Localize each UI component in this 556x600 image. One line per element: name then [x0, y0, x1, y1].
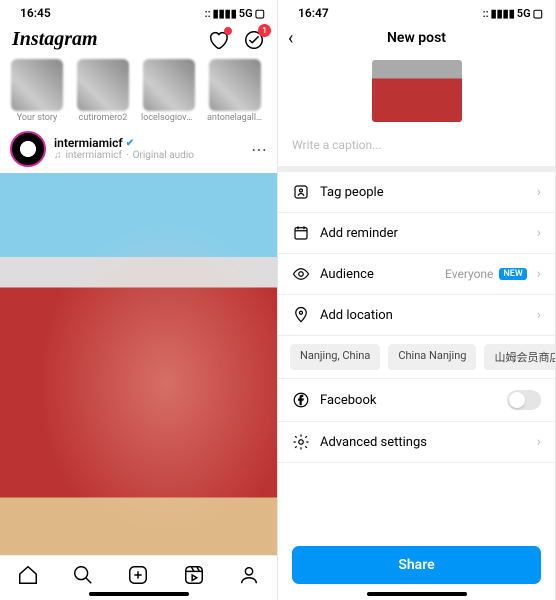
instagram-logo[interactable]: Instagram	[12, 28, 98, 51]
row-label: Add location	[320, 308, 527, 323]
activity-badge	[224, 27, 232, 35]
chevron-right-icon: ›	[537, 225, 541, 241]
story-item[interactable]: locelsogiovani	[140, 59, 198, 123]
add-location-row[interactable]: Add location ›	[278, 295, 555, 336]
calendar-icon	[292, 224, 310, 242]
location-icon	[292, 306, 310, 324]
post-media[interactable]	[0, 173, 277, 555]
story-thumb	[143, 59, 195, 111]
share-button[interactable]: Share	[292, 546, 541, 584]
chevron-right-icon: ›	[537, 184, 541, 200]
chevron-right-icon: ›	[537, 307, 541, 323]
battery-icon: ▢	[255, 7, 265, 20]
story-item[interactable]: cutiromero2	[74, 59, 132, 123]
caption-input[interactable]: Write a caption...	[278, 132, 555, 166]
home-indicator	[367, 592, 467, 596]
row-label: Facebook	[320, 393, 497, 408]
post-audio-line[interactable]: ♫ intermiamicf · Original audio	[54, 150, 243, 161]
tag-people-row[interactable]: Tag people ›	[278, 172, 555, 213]
story-label: antonelagaller	[207, 113, 263, 123]
status-time: 16:45	[20, 6, 51, 20]
reels-icon[interactable]	[183, 564, 205, 586]
back-icon[interactable]: ‹	[288, 28, 293, 49]
location-chip[interactable]: 山姆会员商店 Sam	[484, 344, 555, 370]
audience-value: Everyone NEW	[445, 267, 527, 281]
profile-icon[interactable]	[238, 564, 260, 586]
app-header: Instagram 1	[0, 24, 277, 57]
location-suggestions: Nanjing, China China Nanjing 山姆会员商店 Sam	[278, 336, 555, 379]
story-label: locelsogiovani	[141, 113, 197, 123]
signal-dots: ::	[205, 7, 211, 20]
status-time: 16:47	[298, 6, 329, 20]
row-label: Add reminder	[320, 226, 527, 241]
header-actions: 1	[207, 29, 265, 51]
facebook-icon	[292, 391, 310, 409]
post-more-icon[interactable]: ⋯	[251, 140, 267, 159]
facebook-toggle[interactable]	[507, 390, 541, 410]
person-tag-icon	[292, 183, 310, 201]
signal-icon: ▮▮▮▮	[213, 7, 237, 20]
network-label: 5G	[239, 7, 253, 20]
signal-icon: ▮▮▮▮	[491, 7, 515, 20]
status-bar: 16:47 :: ▮▮▮▮ 5G ▢	[278, 0, 555, 24]
story-thumb	[77, 59, 129, 111]
home-icon[interactable]	[17, 564, 39, 586]
page-title: New post	[387, 30, 446, 46]
chevron-right-icon: ›	[537, 434, 541, 450]
location-chip[interactable]: Nanjing, China	[290, 344, 380, 370]
story-thumb	[11, 59, 63, 111]
post-username: intermiamicf ✔	[54, 137, 243, 150]
verified-icon: ✔	[126, 138, 134, 149]
new-post-header: ‹ New post	[278, 24, 555, 54]
story-item[interactable]: Your story	[8, 59, 66, 123]
status-bar: 16:45 :: ▮▮▮▮ 5G ▢	[0, 0, 277, 24]
chevron-right-icon: ›	[537, 266, 541, 282]
advanced-settings-row[interactable]: Advanced settings ›	[278, 422, 555, 463]
audience-row[interactable]: Audience Everyone NEW ›	[278, 254, 555, 295]
home-indicator	[89, 592, 189, 596]
stories-tray[interactable]: Your story cutiromero2 locelsogiovani an…	[0, 57, 277, 125]
messages-badge: 1	[258, 24, 271, 37]
activity-icon[interactable]	[207, 29, 229, 51]
gear-icon	[292, 433, 310, 451]
row-label: Audience	[320, 267, 435, 282]
post-user-column[interactable]: intermiamicf ✔ ♫ intermiamicf · Original…	[54, 137, 243, 161]
avatar[interactable]	[10, 131, 46, 167]
story-thumb	[209, 59, 261, 111]
row-label: Tag people	[320, 185, 527, 200]
story-label: Your story	[17, 113, 58, 123]
battery-icon: ▢	[533, 7, 543, 20]
story-label: cutiromero2	[79, 113, 128, 123]
messenger-icon[interactable]: 1	[243, 29, 265, 51]
post-header: intermiamicf ✔ ♫ intermiamicf · Original…	[0, 125, 277, 173]
post-thumbnail[interactable]	[372, 60, 462, 122]
new-post-screen: 16:47 :: ▮▮▮▮ 5G ▢ ‹ New post Write a ca…	[278, 0, 556, 600]
music-icon: ♫	[54, 150, 62, 161]
search-icon[interactable]	[72, 564, 94, 586]
status-right: :: ▮▮▮▮ 5G ▢	[483, 7, 543, 20]
story-item[interactable]: antonelagaller	[206, 59, 264, 123]
facebook-row[interactable]: Facebook	[278, 379, 555, 422]
signal-dots: ::	[483, 7, 489, 20]
status-right: :: ▮▮▮▮ 5G ▢	[205, 7, 265, 20]
create-icon[interactable]	[127, 564, 149, 586]
new-badge: NEW	[499, 268, 526, 280]
eye-icon	[292, 265, 310, 283]
bottom-nav	[0, 555, 277, 592]
feed-screen: 16:45 :: ▮▮▮▮ 5G ▢ Instagram 1 Your stor…	[0, 0, 278, 600]
add-reminder-row[interactable]: Add reminder ›	[278, 213, 555, 254]
network-label: 5G	[517, 7, 531, 20]
row-label: Advanced settings	[320, 435, 527, 450]
location-chip[interactable]: China Nanjing	[388, 344, 476, 370]
